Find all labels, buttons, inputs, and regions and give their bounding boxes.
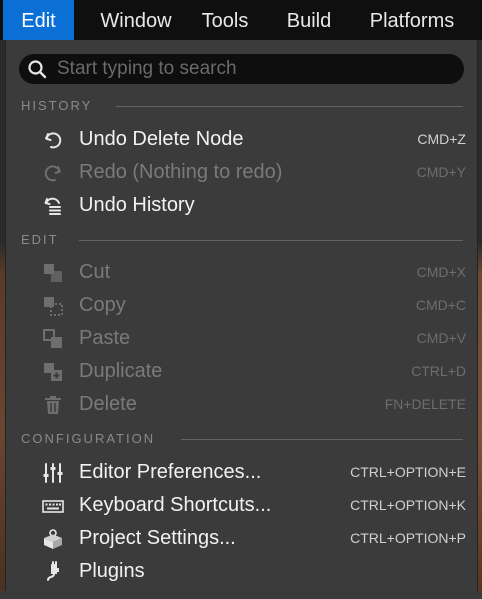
menu-item-shortcut: CMD+C [415, 297, 466, 313]
menu-build[interactable]: Build [272, 0, 346, 40]
menu-window[interactable]: Window [84, 0, 188, 40]
menu-item-plugins[interactable]: Plugins [6, 555, 477, 588]
sliders-icon [43, 463, 63, 483]
search-input[interactable] [57, 54, 452, 84]
section-title-configuration: CONFIGURATION [21, 429, 168, 449]
menu-item-label: Keyboard Shortcuts... [79, 494, 272, 516]
section-title-history: HISTORY [21, 96, 105, 116]
menu-item-label: Cut [79, 261, 111, 283]
redo-icon [44, 165, 61, 182]
duplicate-icon [44, 363, 62, 381]
copy-icon [44, 297, 63, 316]
menu-item-shortcut: CTRL+OPTION+P [350, 530, 466, 546]
plugin-icon [47, 561, 59, 581]
section-title-edit: EDIT [21, 230, 71, 250]
menu-platforms[interactable]: Platforms [356, 0, 468, 40]
menu-item-project-settings[interactable]: Project Settings... CTRL+OPTION+P [6, 522, 477, 555]
menu-item-delete[interactable]: Delete FN+DELETE [6, 388, 477, 421]
menu-item-duplicate[interactable]: Duplicate CTRL+D [6, 355, 477, 388]
cut-icon [44, 264, 62, 282]
menu-item-shortcut: CMD+Z [417, 131, 466, 147]
menu-item-shortcut: FN+DELETE [384, 396, 466, 412]
menu-item-shortcut: CTRL+OPTION+K [350, 497, 466, 513]
search-icon [28, 60, 47, 79]
section-header-edit: EDIT [21, 230, 463, 250]
keyboard-icon [42, 500, 64, 513]
menu-item-undo[interactable]: Undo Delete Node CMD+Z [6, 123, 477, 156]
menu-item-shortcut: CTRL+OPTION+E [350, 464, 466, 480]
project-settings-icon [44, 529, 62, 549]
menu-item-copy[interactable]: Copy CMD+C [6, 289, 477, 322]
trash-icon [45, 396, 61, 414]
menu-item-label: Undo History [79, 194, 195, 216]
menu-tools[interactable]: Tools [190, 0, 260, 40]
menu-item-keyboard-shortcuts[interactable]: Keyboard Shortcuts... CTRL+OPTION+K [6, 489, 477, 522]
undo-history-icon [44, 197, 61, 215]
paste-icon [43, 329, 62, 348]
menu-item-label: Delete [79, 393, 137, 415]
undo-icon [45, 132, 62, 149]
section-header-history: HISTORY [21, 96, 463, 116]
menu-item-cut[interactable]: Cut CMD+X [6, 256, 477, 289]
menu-item-label: Editor Preferences... [79, 461, 262, 483]
section-divider [116, 106, 463, 107]
menu-item-label: Copy [79, 294, 126, 316]
menu-edit[interactable]: Edit [3, 0, 74, 40]
menu-item-label: Undo Delete Node [79, 128, 244, 150]
menu-bar: Edit Window Tools Build Platforms [0, 0, 482, 40]
menu-item-shortcut: CMD+V [416, 330, 466, 346]
menu-item-label: Duplicate [79, 360, 163, 382]
menu-item-undo-history[interactable]: Undo History [6, 189, 477, 222]
background-viewport-bottom [0, 591, 482, 599]
menu-item-label: Plugins [79, 560, 145, 582]
menu-item-shortcut: CMD+X [416, 264, 466, 280]
menu-item-label: Redo (Nothing to redo) [79, 161, 283, 183]
section-header-configuration: CONFIGURATION [21, 429, 463, 449]
section-divider [181, 439, 463, 440]
menu-item-shortcut: CMD+Y [416, 164, 466, 180]
search-box[interactable] [19, 54, 464, 84]
menu-item-editor-preferences[interactable]: Editor Preferences... CTRL+OPTION+E [6, 456, 477, 489]
edit-dropdown-menu: HISTORY Undo Delete Node CMD+Z Redo (Not… [5, 40, 478, 591]
menu-item-shortcut: CTRL+D [411, 363, 466, 379]
section-divider [79, 240, 463, 241]
menu-item-paste[interactable]: Paste CMD+V [6, 322, 477, 355]
menu-item-label: Paste [79, 327, 131, 349]
menu-item-redo[interactable]: Redo (Nothing to redo) CMD+Y [6, 156, 477, 189]
menu-item-label: Project Settings... [79, 527, 236, 549]
